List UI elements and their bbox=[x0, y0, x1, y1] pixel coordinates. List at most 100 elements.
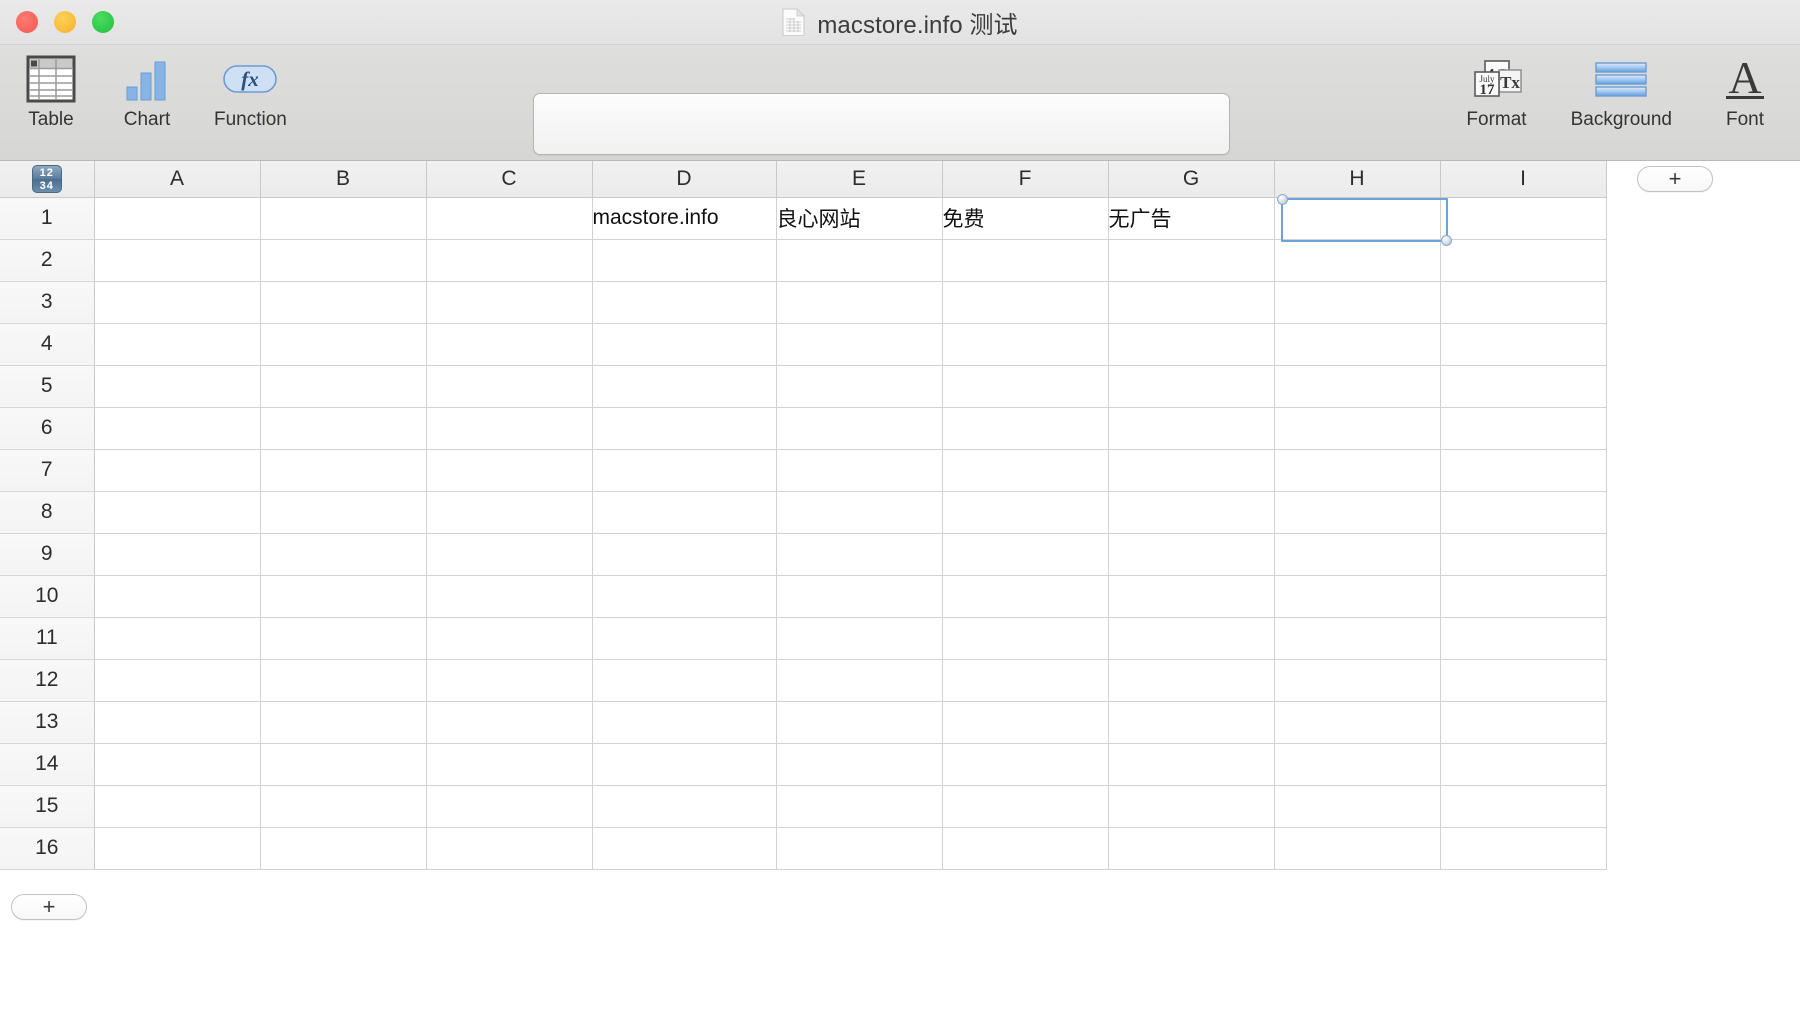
cell-g11[interactable] bbox=[1108, 617, 1275, 660]
cell-c3[interactable] bbox=[426, 281, 593, 324]
cell-d1[interactable]: macstore.info bbox=[592, 197, 777, 240]
column-header-a[interactable]: A bbox=[94, 161, 261, 198]
row-header-8[interactable]: 8 bbox=[0, 491, 95, 534]
cell-b1[interactable] bbox=[260, 197, 427, 240]
column-header-e[interactable]: E bbox=[776, 161, 943, 198]
cell-e15[interactable] bbox=[776, 785, 943, 828]
cell-g13[interactable] bbox=[1108, 701, 1275, 744]
cell-a16[interactable] bbox=[93, 827, 261, 870]
cell-d16[interactable] bbox=[592, 827, 777, 870]
cell-e1[interactable]: 良心网站 bbox=[776, 197, 943, 240]
column-header-i[interactable]: I bbox=[1440, 161, 1607, 198]
cell-d6[interactable] bbox=[592, 407, 777, 450]
cell-h10[interactable] bbox=[1274, 575, 1441, 618]
cell-c7[interactable] bbox=[426, 449, 593, 492]
cell-a4[interactable] bbox=[93, 323, 261, 366]
cell-h7[interactable] bbox=[1274, 449, 1441, 492]
cell-c9[interactable] bbox=[426, 533, 593, 576]
cell-g5[interactable] bbox=[1108, 365, 1275, 408]
cell-f14[interactable] bbox=[942, 743, 1109, 786]
cell-f5[interactable] bbox=[942, 365, 1109, 408]
cell-b16[interactable] bbox=[260, 827, 427, 870]
toolbar-format-button[interactable]: 4.2 Tx July 17 Format bbox=[1466, 51, 1527, 131]
cell-c16[interactable] bbox=[426, 827, 593, 870]
cell-c4[interactable] bbox=[426, 323, 593, 366]
cell-b7[interactable] bbox=[260, 449, 427, 492]
cell-g7[interactable] bbox=[1108, 449, 1275, 492]
cell-g1[interactable]: 无广告 bbox=[1108, 197, 1275, 240]
cell-b8[interactable] bbox=[260, 491, 427, 534]
cell-b13[interactable] bbox=[260, 701, 427, 744]
row-header-7[interactable]: 7 bbox=[0, 449, 95, 492]
minimize-window-button[interactable] bbox=[54, 11, 76, 33]
cell-h8[interactable] bbox=[1274, 491, 1441, 534]
cell-i4[interactable] bbox=[1440, 323, 1607, 366]
cell-c11[interactable] bbox=[426, 617, 593, 660]
cell-e10[interactable] bbox=[776, 575, 943, 618]
cell-f8[interactable] bbox=[942, 491, 1109, 534]
cell-c2[interactable] bbox=[426, 239, 593, 282]
cell-d3[interactable] bbox=[592, 281, 777, 324]
cell-h4[interactable] bbox=[1274, 323, 1441, 366]
cell-c15[interactable] bbox=[426, 785, 593, 828]
column-header-h[interactable]: H bbox=[1274, 161, 1441, 198]
toolbar-background-button[interactable]: Background bbox=[1571, 51, 1672, 131]
cell-i12[interactable] bbox=[1440, 659, 1607, 702]
cell-i2[interactable] bbox=[1440, 239, 1607, 282]
cell-d4[interactable] bbox=[592, 323, 777, 366]
row-header-1[interactable]: 1 bbox=[0, 197, 95, 240]
cell-a6[interactable] bbox=[93, 407, 261, 450]
cell-a11[interactable] bbox=[93, 617, 261, 660]
cell-f10[interactable] bbox=[942, 575, 1109, 618]
cell-h1[interactable] bbox=[1274, 197, 1441, 240]
cell-g8[interactable] bbox=[1108, 491, 1275, 534]
cell-c13[interactable] bbox=[426, 701, 593, 744]
row-header-14[interactable]: 14 bbox=[0, 743, 95, 786]
cell-i7[interactable] bbox=[1440, 449, 1607, 492]
cell-h9[interactable] bbox=[1274, 533, 1441, 576]
cell-f9[interactable] bbox=[942, 533, 1109, 576]
row-header-11[interactable]: 11 bbox=[0, 617, 95, 660]
cell-i8[interactable] bbox=[1440, 491, 1607, 534]
cell-b4[interactable] bbox=[260, 323, 427, 366]
row-header-9[interactable]: 9 bbox=[0, 533, 95, 576]
row-header-2[interactable]: 2 bbox=[0, 239, 95, 282]
formula-bar[interactable] bbox=[533, 93, 1230, 155]
row-header-15[interactable]: 15 bbox=[0, 785, 95, 828]
cell-f7[interactable] bbox=[942, 449, 1109, 492]
cell-b5[interactable] bbox=[260, 365, 427, 408]
column-header-f[interactable]: F bbox=[942, 161, 1109, 198]
cell-a13[interactable] bbox=[93, 701, 261, 744]
row-header-10[interactable]: 10 bbox=[0, 575, 95, 618]
cell-i5[interactable] bbox=[1440, 365, 1607, 408]
cell-a12[interactable] bbox=[93, 659, 261, 702]
cell-g15[interactable] bbox=[1108, 785, 1275, 828]
cell-d9[interactable] bbox=[592, 533, 777, 576]
row-header-3[interactable]: 3 bbox=[0, 281, 95, 324]
cell-a2[interactable] bbox=[93, 239, 261, 282]
cell-h13[interactable] bbox=[1274, 701, 1441, 744]
cell-e12[interactable] bbox=[776, 659, 943, 702]
cell-g6[interactable] bbox=[1108, 407, 1275, 450]
column-header-b[interactable]: B bbox=[260, 161, 427, 198]
cell-g16[interactable] bbox=[1108, 827, 1275, 870]
cell-b14[interactable] bbox=[260, 743, 427, 786]
cell-e8[interactable] bbox=[776, 491, 943, 534]
cell-e7[interactable] bbox=[776, 449, 943, 492]
cell-a7[interactable] bbox=[93, 449, 261, 492]
cell-i10[interactable] bbox=[1440, 575, 1607, 618]
cell-f16[interactable] bbox=[942, 827, 1109, 870]
cell-a1[interactable] bbox=[93, 197, 261, 240]
cell-b6[interactable] bbox=[260, 407, 427, 450]
cell-h6[interactable] bbox=[1274, 407, 1441, 450]
cell-f6[interactable] bbox=[942, 407, 1109, 450]
toolbar-table-button[interactable]: Table bbox=[22, 51, 80, 131]
toolbar-font-button[interactable]: A Font bbox=[1716, 51, 1774, 131]
cell-i15[interactable] bbox=[1440, 785, 1607, 828]
column-header-c[interactable]: C bbox=[426, 161, 593, 198]
cell-e13[interactable] bbox=[776, 701, 943, 744]
cell-i14[interactable] bbox=[1440, 743, 1607, 786]
sheet-corner-button[interactable]: 12 34 bbox=[0, 161, 95, 198]
cell-g4[interactable] bbox=[1108, 323, 1275, 366]
cell-d11[interactable] bbox=[592, 617, 777, 660]
